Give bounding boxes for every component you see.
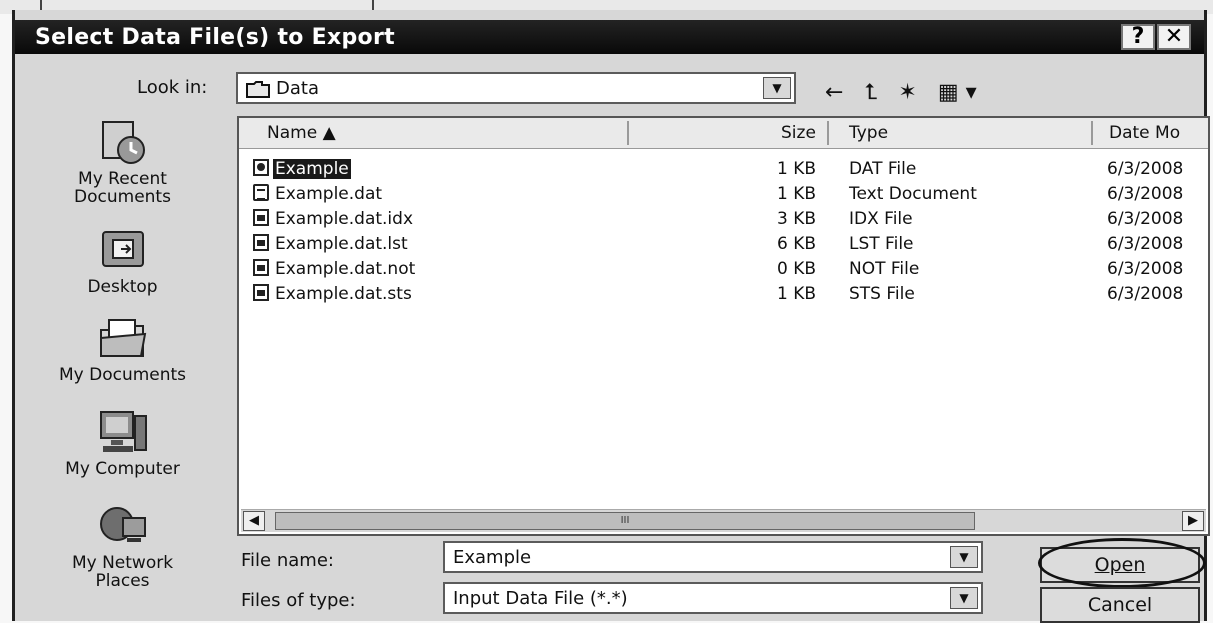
- file-row[interactable]: Example.dat.sts 1 KB STS File 6/3/2008: [239, 281, 1208, 306]
- title-bar: Select Data File(s) to Export ? ✕: [15, 20, 1204, 54]
- file-type: LST File: [849, 234, 914, 254]
- file-date: 6/3/2008: [1107, 284, 1184, 304]
- file-name: Example.dat.lst: [275, 234, 408, 254]
- export-file-dialog: Select Data File(s) to Export ? ✕ Look i…: [12, 10, 1210, 623]
- file-size: 1 KB: [777, 159, 817, 179]
- lst-file-icon: [253, 234, 269, 251]
- file-list[interactable]: Name ▲ Size Type Date Mo Example 1 KB DA…: [237, 116, 1210, 536]
- places-bar: My Recent Documents Desktop My Documents: [15, 116, 220, 621]
- look-in-value: Data: [276, 78, 319, 99]
- chevron-down-icon[interactable]: ▼: [763, 77, 791, 99]
- column-header-type[interactable]: Type: [849, 123, 888, 143]
- file-name-value: Example: [453, 547, 532, 568]
- file-type-dropdown[interactable]: Input Data File (*.*) ▼: [443, 582, 983, 614]
- place-desktop[interactable]: Desktop: [35, 224, 210, 296]
- navigation-toolbar[interactable]: ← ⮤ ✶ ▦▾: [825, 80, 984, 105]
- file-date: 6/3/2008: [1107, 259, 1184, 279]
- text-document-icon: [253, 184, 269, 201]
- file-size: 3 KB: [777, 209, 817, 229]
- column-header-date-modified[interactable]: Date Mo: [1109, 123, 1180, 143]
- column-header-size[interactable]: Size: [781, 123, 816, 143]
- my-computer-icon: [99, 411, 147, 452]
- place-label: My Network: [71, 553, 174, 573]
- place-my-recent-documents[interactable]: My Recent Documents: [35, 116, 210, 206]
- file-name: Example.dat.not: [275, 259, 416, 279]
- file-date: 6/3/2008: [1107, 234, 1184, 254]
- chevron-down-icon[interactable]: ▼: [950, 546, 978, 568]
- file-name: Example.dat.sts: [275, 284, 412, 304]
- open-button-label: Open: [1094, 554, 1146, 576]
- column-header-name[interactable]: Name ▲: [267, 123, 336, 143]
- dialog-title: Select Data File(s) to Export: [35, 25, 395, 50]
- scroll-left-icon[interactable]: ◀: [243, 511, 265, 531]
- file-size: 6 KB: [777, 234, 817, 254]
- sts-file-icon: [253, 284, 269, 301]
- file-size: 1 KB: [777, 184, 817, 204]
- scroll-right-icon[interactable]: ▶: [1182, 511, 1204, 531]
- scrollbar-thumb[interactable]: III: [275, 512, 975, 530]
- column-divider[interactable]: [627, 121, 629, 145]
- network-places-icon: [99, 507, 146, 542]
- idx-file-icon: [253, 209, 269, 226]
- file-size: 1 KB: [777, 284, 817, 304]
- file-row[interactable]: Example 1 KB DAT File 6/3/2008: [239, 156, 1208, 181]
- file-date: 6/3/2008: [1107, 159, 1184, 179]
- column-divider[interactable]: [1091, 121, 1093, 145]
- folder-icon: [246, 81, 270, 98]
- my-documents-icon: [99, 319, 146, 357]
- place-my-documents[interactable]: My Documents: [35, 312, 210, 384]
- place-my-computer[interactable]: My Computer: [35, 406, 210, 478]
- horizontal-scrollbar[interactable]: ◀ III ▶: [241, 509, 1206, 532]
- chevron-down-icon[interactable]: ▼: [950, 587, 978, 609]
- sort-ascending-icon: ▲: [322, 123, 336, 143]
- not-file-icon: [253, 259, 269, 276]
- file-date: 6/3/2008: [1107, 209, 1184, 229]
- file-name: Example.dat.idx: [275, 209, 414, 229]
- dat-file-icon: [253, 159, 269, 176]
- place-label: My Recent: [78, 169, 167, 189]
- place-label: My Computer: [65, 459, 180, 479]
- look-in-dropdown[interactable]: Data ▼: [236, 72, 796, 104]
- place-label: My Documents: [58, 365, 187, 385]
- help-button[interactable]: ?: [1121, 24, 1155, 50]
- place-label: Desktop: [87, 277, 158, 297]
- file-name-input[interactable]: Example ▼: [443, 541, 983, 573]
- file-list-header: Name ▲ Size Type Date Mo: [239, 118, 1208, 149]
- file-type-label: Files of type:: [241, 590, 356, 611]
- file-type: Text Document: [849, 184, 977, 204]
- file-row[interactable]: Example.dat.idx 3 KB IDX File 6/3/2008: [239, 206, 1208, 231]
- file-row[interactable]: Example.dat 1 KB Text Document 6/3/2008: [239, 181, 1208, 206]
- file-row[interactable]: Example.dat.lst 6 KB LST File 6/3/2008: [239, 231, 1208, 256]
- file-name: Example.dat: [275, 184, 383, 204]
- recent-documents-icon: [101, 121, 145, 164]
- close-button[interactable]: ✕: [1157, 24, 1191, 50]
- open-button[interactable]: Open: [1040, 547, 1200, 583]
- place-my-network-places[interactable]: My Network Places: [35, 500, 210, 590]
- file-name-label: File name:: [241, 550, 334, 571]
- look-in-label: Look in:: [137, 77, 208, 98]
- file-type-value: Input Data File (*.*): [453, 588, 628, 609]
- desktop-icon: [101, 231, 144, 267]
- file-name: Example: [273, 159, 351, 179]
- column-header-name-label: Name: [267, 123, 318, 143]
- file-type: STS File: [849, 284, 915, 304]
- cancel-button[interactable]: Cancel: [1040, 587, 1200, 623]
- column-divider[interactable]: [827, 121, 829, 145]
- file-type: DAT File: [849, 159, 917, 179]
- file-date: 6/3/2008: [1107, 184, 1184, 204]
- place-label: Places: [95, 571, 150, 591]
- file-size: 0 KB: [777, 259, 817, 279]
- file-row[interactable]: Example.dat.not 0 KB NOT File 6/3/2008: [239, 256, 1208, 281]
- place-label: Documents: [74, 187, 171, 207]
- file-type: NOT File: [849, 259, 920, 279]
- file-type: IDX File: [849, 209, 913, 229]
